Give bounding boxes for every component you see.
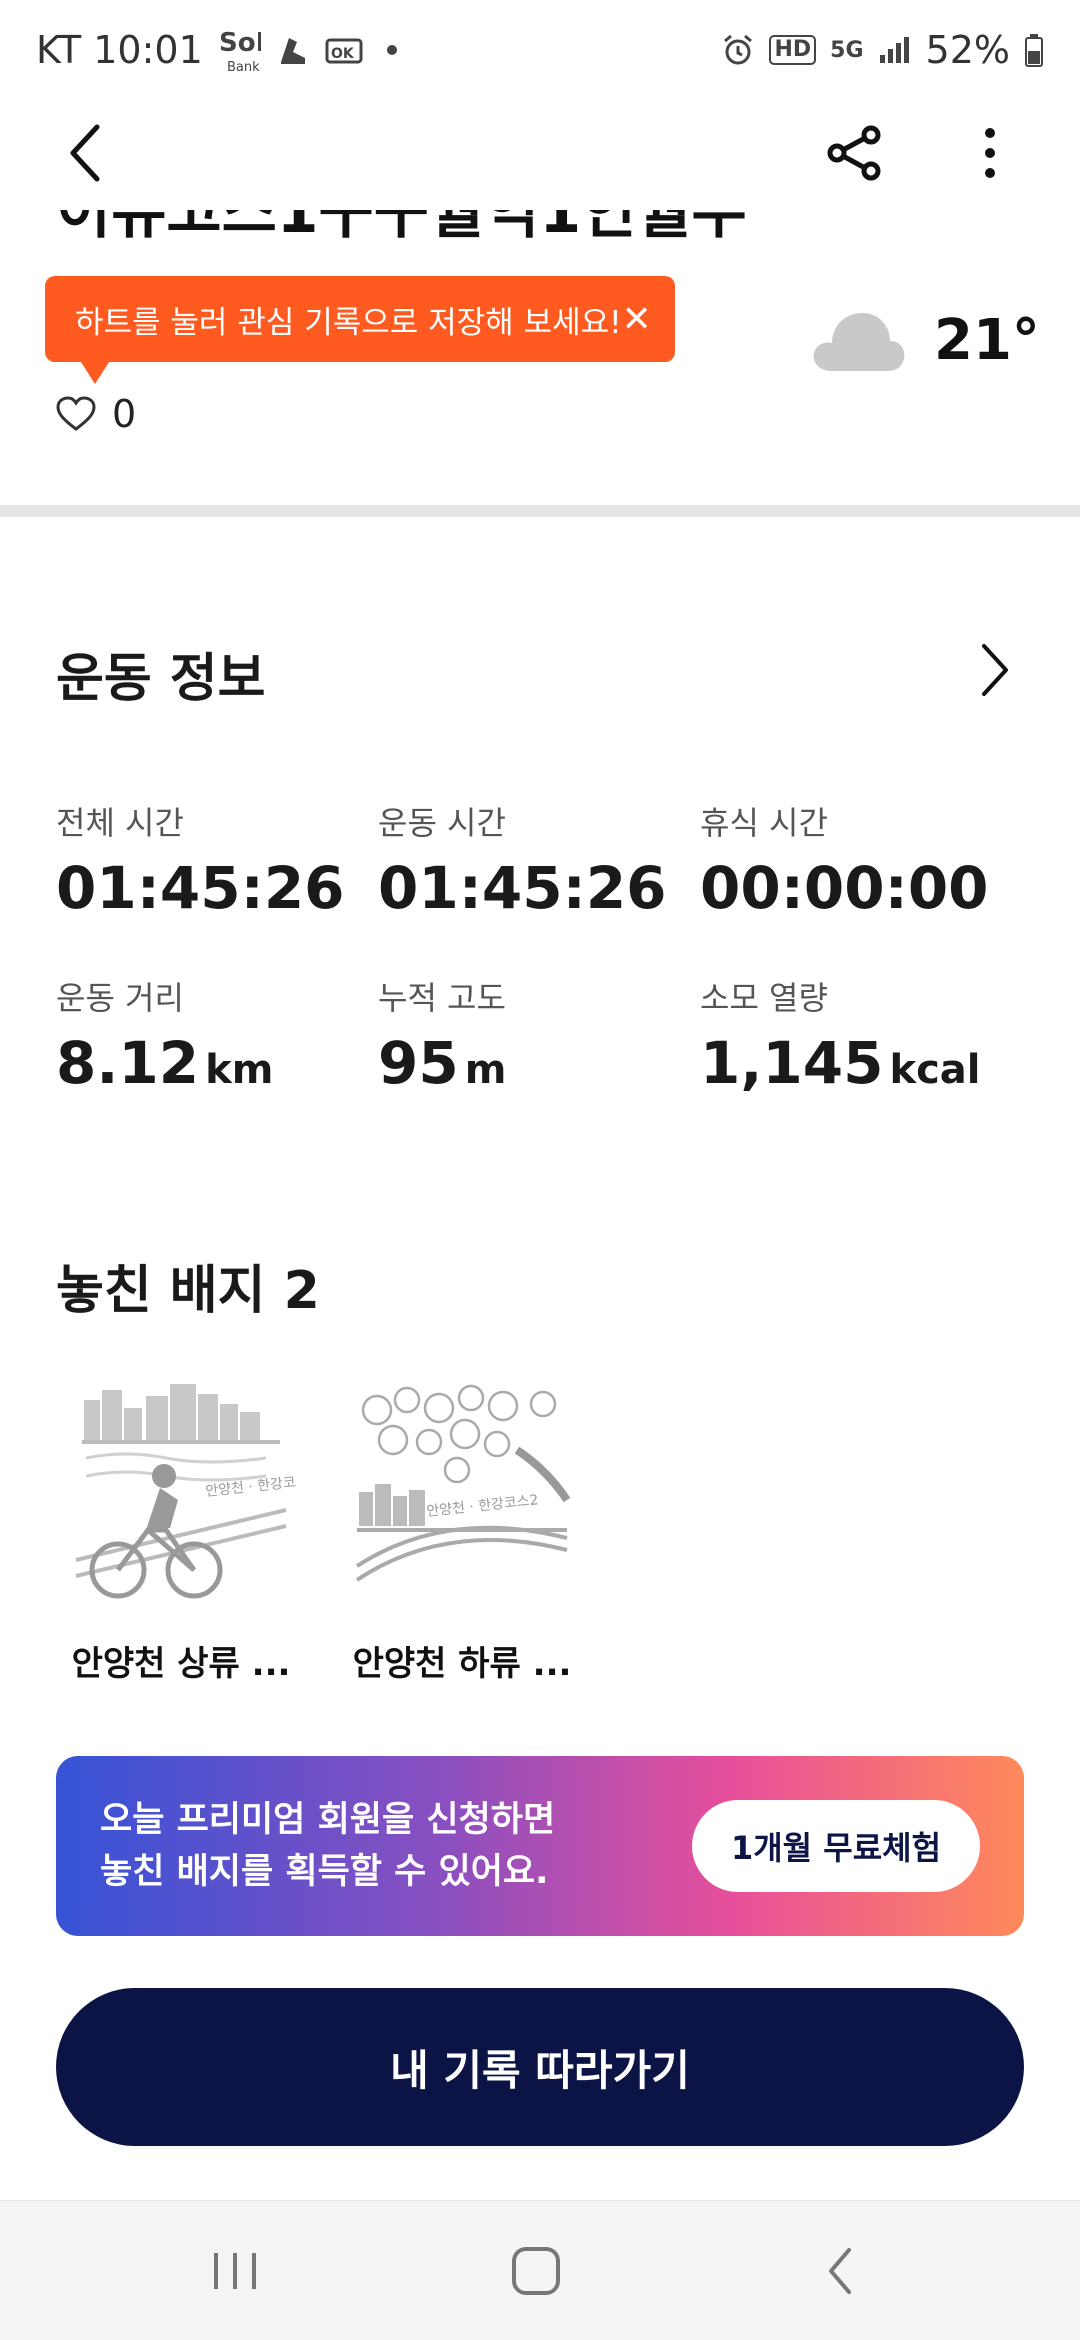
temperature: 21° <box>934 307 1040 373</box>
missed-badges-title: 놓친 배지 2 <box>56 1261 320 1321</box>
like-count: 0 <box>112 392 137 436</box>
alarm-icon <box>721 33 755 67</box>
stat-value: 1,145 kcal <box>700 1029 981 1097</box>
share-icon <box>827 125 881 181</box>
stat-label: 운동 거리 <box>56 979 184 1017</box>
recent-apps-button[interactable] <box>185 2231 285 2311</box>
battery-percent: 52% <box>925 28 1010 72</box>
stat-value: 00:00:00 <box>700 854 989 922</box>
stat-value: 8.12 km <box>56 1029 274 1097</box>
follow-my-record-button[interactable]: 내 기록 따라가기 <box>56 1988 1024 2146</box>
system-nav-bar <box>0 2200 1080 2340</box>
stat-label: 운동 시간 <box>378 804 506 842</box>
ok-cashbag-icon: OK <box>325 34 365 66</box>
stat-label: 휴식 시간 <box>700 804 828 842</box>
exercise-info-title: 운동 정보 <box>56 649 266 709</box>
system-back-icon <box>829 2248 851 2294</box>
section-divider <box>0 505 1080 517</box>
badge-cherry-blossom-icon: 안양천 · 한강코스2 <box>355 1384 571 1582</box>
home-icon <box>512 2247 560 2295</box>
weather-info: 21° <box>810 300 1050 380</box>
back-button[interactable] <box>50 118 120 188</box>
sol-bank-icon: SoL Bank <box>217 25 261 75</box>
record-title-text: 이유고스1구구월억1인월우 <box>56 210 816 240</box>
more-options-button[interactable] <box>955 118 1025 188</box>
save-hint-tooltip: 하트를 눌러 관심 기록으로 저장해 보세요! ✕ <box>45 276 675 384</box>
stat-calories: 소모 열량 1,145 kcal <box>700 973 1020 1097</box>
stat-value: 01:45:26 <box>56 854 345 922</box>
stat-label: 소모 열량 <box>700 979 828 1017</box>
heart-icon[interactable] <box>56 396 96 432</box>
premium-promo-banner[interactable]: 오늘 프리미엄 회원을 신청하면 놓친 배지를 획득할 수 있어요. 1개월 무… <box>56 1756 1024 1936</box>
signal-icon <box>878 35 912 65</box>
carrier-time: KT 10:01 <box>36 28 203 72</box>
home-button[interactable] <box>486 2231 586 2311</box>
stat-value: 01:45:26 <box>378 854 667 922</box>
cloud-icon <box>813 313 905 371</box>
5g-icon: 5G <box>830 37 864 63</box>
bank-icon-text: Bank <box>227 60 260 75</box>
promo-text: 오늘 프리미엄 회원을 신청하면 놓친 배지를 획득할 수 있어요. <box>100 1794 692 1898</box>
stat-value: 95 m <box>378 1029 507 1097</box>
promo-line-2: 놓친 배지를 획득할 수 있어요. <box>100 1852 549 1892</box>
running-shoe-icon <box>275 32 311 68</box>
badge-cyclist-icon: 안양천 · 한강코스1 <box>75 1384 318 1599</box>
close-icon[interactable]: ✕ <box>622 299 652 340</box>
tooltip-text: 하트를 눌러 관심 기록으로 저장해 보세요! <box>75 304 622 341</box>
free-trial-button[interactable]: 1개월 무료체험 <box>692 1800 980 1892</box>
stat-distance: 운동 거리 8.12 km <box>56 973 376 1097</box>
more-vertical-icon <box>985 128 995 178</box>
system-back-button[interactable] <box>790 2231 890 2311</box>
exercise-info-detail-button[interactable] <box>970 640 1020 700</box>
badge-image-text: 안양천 · 한강코스2 <box>426 1492 539 1520</box>
badge-item[interactable]: 안양천 · 한강코스2 안양천 하류 ... <box>337 1380 587 1685</box>
chevron-right-icon <box>982 644 1008 696</box>
stat-total-time: 전체 시간 01:45:26 <box>56 798 376 922</box>
recent-apps-icon <box>214 2253 256 2289</box>
badge-name: 안양천 상류 ... <box>71 1644 291 1684</box>
stat-label: 누적 고도 <box>378 979 506 1017</box>
record-title: 이유고스1구구월억1인월우 <box>56 210 816 240</box>
svg-text:OK: OK <box>331 46 355 62</box>
stat-elevation: 누적 고도 95 m <box>378 973 698 1097</box>
hd-icon: HD <box>769 35 817 65</box>
svg-text:SoL: SoL <box>219 28 261 58</box>
promo-line-1: 오늘 프리미엄 회원을 신청하면 <box>100 1800 556 1840</box>
share-button[interactable] <box>815 118 895 188</box>
like-section: 0 <box>56 392 136 436</box>
stat-label: 전체 시간 <box>56 804 184 842</box>
app-header <box>0 100 1080 210</box>
status-bar: KT 10:01 SoL Bank OK HD 5G 52% <box>0 0 1080 100</box>
stat-rest-time: 휴식 시간 00:00:00 <box>700 798 1020 922</box>
back-arrow-icon <box>70 124 100 182</box>
badge-name: 안양천 하류 ... <box>352 1644 572 1684</box>
badge-item[interactable]: 안양천 · 한강코스1 안양천 상류 ... <box>56 1380 318 1685</box>
battery-icon <box>1024 33 1044 67</box>
notification-dot <box>386 45 397 55</box>
stat-exercise-time: 운동 시간 01:45:26 <box>378 798 698 922</box>
